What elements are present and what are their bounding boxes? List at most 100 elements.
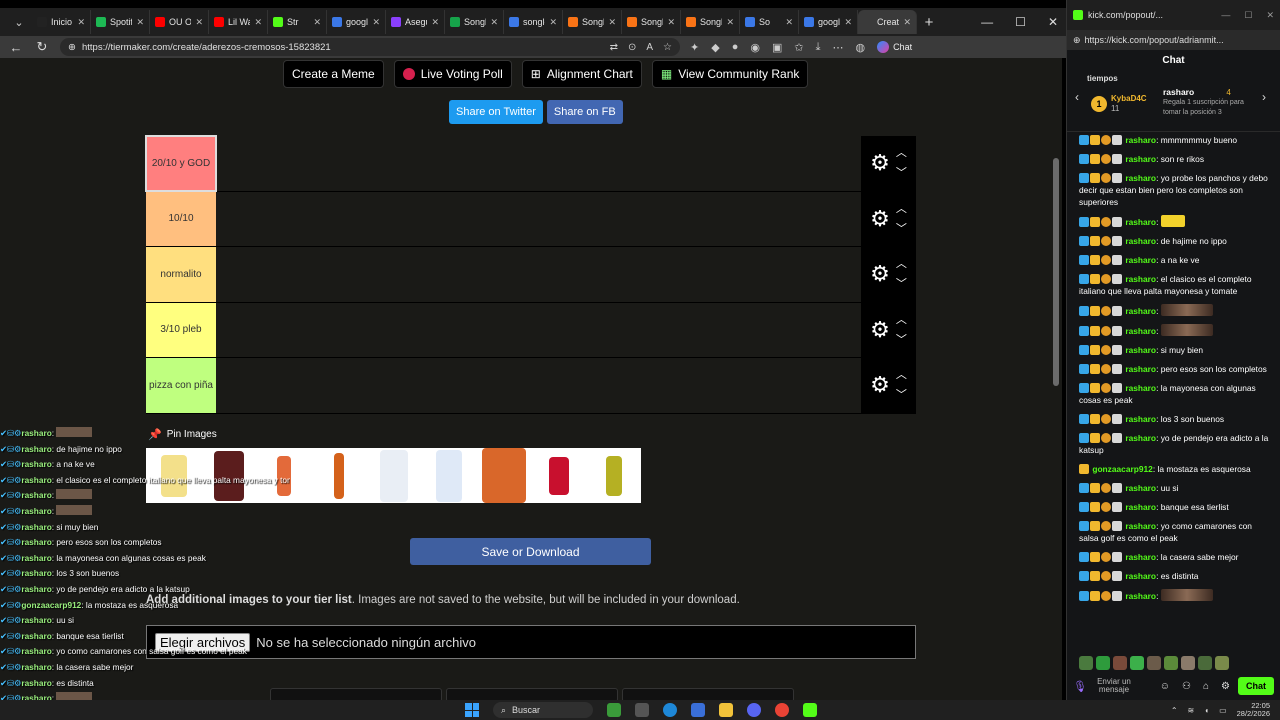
browser-tab[interactable]: Str ✕	[268, 10, 327, 34]
chevron-down-icon[interactable]: ﹀	[896, 274, 907, 294]
new-tab-button[interactable]: +	[917, 14, 941, 31]
chat-username[interactable]: rasharo	[1125, 414, 1156, 424]
wifi-icon[interactable]: ≋	[1188, 706, 1195, 715]
chat-username[interactable]: rasharo	[1125, 135, 1156, 145]
browser-tab[interactable]: Songle ✕	[681, 10, 740, 34]
minimize-icon[interactable]: —	[1221, 10, 1230, 21]
browser-tab[interactable]: So ✕	[740, 10, 799, 34]
browser-tab[interactable]: Spotify ✕	[91, 10, 150, 34]
chevron-right-icon[interactable]: ›	[1262, 90, 1266, 104]
close-tab-icon[interactable]: ✕	[903, 17, 911, 28]
close-tab-icon[interactable]: ✕	[136, 17, 144, 28]
chat-username[interactable]: rasharo	[1125, 345, 1156, 355]
gear-icon[interactable]: ⚙	[870, 317, 890, 343]
gear-icon[interactable]: ⚙	[870, 206, 890, 232]
close-tab-icon[interactable]: ✕	[254, 17, 262, 28]
chevron-up-icon[interactable]: ︿	[896, 254, 907, 274]
store-icon[interactable]	[691, 703, 705, 717]
browser-tab[interactable]: google✕	[799, 10, 858, 34]
chevron-up-icon[interactable]: ︿	[896, 310, 907, 330]
chat-username[interactable]: rasharo	[1125, 154, 1156, 164]
browser-tab[interactable]: google✕	[327, 10, 386, 34]
chat-username[interactable]: rasharo	[1125, 483, 1156, 493]
favorite-star-icon[interactable]: ☆	[663, 42, 672, 53]
emote-icon[interactable]	[1198, 656, 1212, 670]
tier-drop-zone[interactable]	[216, 136, 861, 191]
chat-username[interactable]: rasharo	[1125, 571, 1156, 581]
tier-item-image[interactable]	[586, 448, 641, 503]
tier-item-image[interactable]	[146, 448, 201, 503]
chevron-left-icon[interactable]: ‹	[1075, 90, 1079, 104]
page-scrollbar[interactable]	[1050, 58, 1062, 700]
chat-username[interactable]: rasharo	[1125, 364, 1156, 374]
battery-icon[interactable]: ▭	[1219, 706, 1227, 715]
browser-tab[interactable]: Lil Way ✕	[209, 10, 268, 34]
close-tab-icon[interactable]: ✕	[667, 17, 675, 28]
tier-item-image[interactable]	[201, 448, 256, 503]
clock[interactable]: 22:05 28/2/2026	[1237, 702, 1270, 718]
gear-icon[interactable]: ⚙	[870, 372, 890, 398]
favorites-icon[interactable]: ✩	[794, 41, 803, 54]
close-tab-icon[interactable]: ✕	[490, 17, 498, 28]
chevron-up-icon[interactable]: ︿	[896, 199, 907, 219]
edge-icon[interactable]	[663, 703, 677, 717]
kick-url-bar[interactable]: ⊕ https://kick.com/popout/adrianmit...	[1067, 30, 1280, 50]
tier-drop-zone[interactable]	[216, 247, 861, 302]
extension-icon[interactable]: ●	[732, 41, 739, 53]
message-input[interactable]: Enviar un mensaje	[1095, 678, 1133, 694]
chat-username[interactable]: rasharo	[1125, 255, 1156, 265]
gear-icon[interactable]: ⚙	[870, 150, 890, 176]
extension-icon[interactable]: ◉	[750, 41, 760, 54]
copilot-button[interactable]: Chat	[877, 41, 912, 53]
close-icon[interactable]: ✕	[1266, 10, 1274, 21]
chat-username[interactable]: rasharo	[1125, 217, 1156, 227]
chat-username[interactable]: rasharo	[1125, 521, 1156, 531]
gear-icon[interactable]: ⚙	[870, 261, 890, 287]
chevron-up-icon[interactable]: ︿	[896, 143, 907, 163]
tier-item-image[interactable]	[256, 448, 311, 503]
close-tab-icon[interactable]: ✕	[313, 17, 321, 28]
gift-icon[interactable]: ⌂	[1203, 681, 1209, 692]
emote-icon[interactable]	[1164, 656, 1178, 670]
close-icon[interactable]: ✕	[1048, 15, 1058, 29]
tab-search-icon[interactable]: ⌄	[6, 10, 32, 34]
download-icon[interactable]: ⤓	[816, 41, 821, 54]
browser-tab[interactable]: Inicio / ✕	[32, 10, 91, 34]
zoom-icon[interactable]: ⊙	[628, 42, 636, 53]
scrollbar-thumb[interactable]	[1053, 158, 1059, 386]
translate-icon[interactable]: ⇄	[610, 42, 618, 53]
choose-files-button[interactable]: Elegir archivos	[155, 632, 251, 652]
tier-item-image[interactable]	[421, 448, 476, 503]
minimize-icon[interactable]: —	[981, 15, 993, 29]
send-chat-button[interactable]: Chat	[1238, 677, 1274, 695]
tier-label[interactable]: 3/10 pleb	[146, 302, 216, 357]
site-info-icon[interactable]: ⊕	[68, 42, 76, 53]
create-meme-button[interactable]: Create a Meme	[283, 60, 384, 88]
emote-icon[interactable]	[1130, 656, 1144, 670]
pin-images-toggle[interactable]: 📌 Pin Images	[148, 428, 217, 441]
save-download-button[interactable]: Save or Download	[410, 538, 651, 565]
tier-label[interactable]: 10/10	[146, 191, 216, 246]
close-tab-icon[interactable]: ✕	[608, 17, 616, 28]
chat-username[interactable]: rasharo	[1125, 502, 1156, 512]
users-icon[interactable]: ⚇	[1182, 681, 1191, 692]
emoji-icon[interactable]: ☺	[1160, 681, 1170, 692]
task-view-icon[interactable]	[635, 703, 649, 717]
chrome-icon[interactable]	[775, 703, 789, 717]
tier-drop-zone[interactable]	[216, 192, 861, 247]
browser-tab[interactable]: Songle ✕	[563, 10, 622, 34]
taskbar-search[interactable]: ⌕ Buscar	[493, 702, 593, 718]
mic-icon[interactable]: 🎙	[1073, 680, 1087, 693]
tier-item-image[interactable]	[311, 448, 366, 503]
chevron-down-icon[interactable]: ﹀	[896, 163, 907, 183]
chat-username[interactable]: rasharo	[1125, 326, 1156, 336]
chat-username[interactable]: rasharo	[1125, 306, 1156, 316]
share-twitter-button[interactable]: Share on Twitter	[449, 100, 543, 124]
bottom-button[interactable]	[446, 688, 618, 700]
maximize-icon[interactable]: ☐	[1244, 10, 1252, 21]
chat-username[interactable]: rasharo	[1125, 383, 1156, 393]
chat-username[interactable]: rasharo	[1125, 433, 1156, 443]
emote-icon[interactable]	[1215, 656, 1229, 670]
chat-username[interactable]: rasharo	[1125, 236, 1156, 246]
back-icon[interactable]: ←	[8, 40, 24, 55]
